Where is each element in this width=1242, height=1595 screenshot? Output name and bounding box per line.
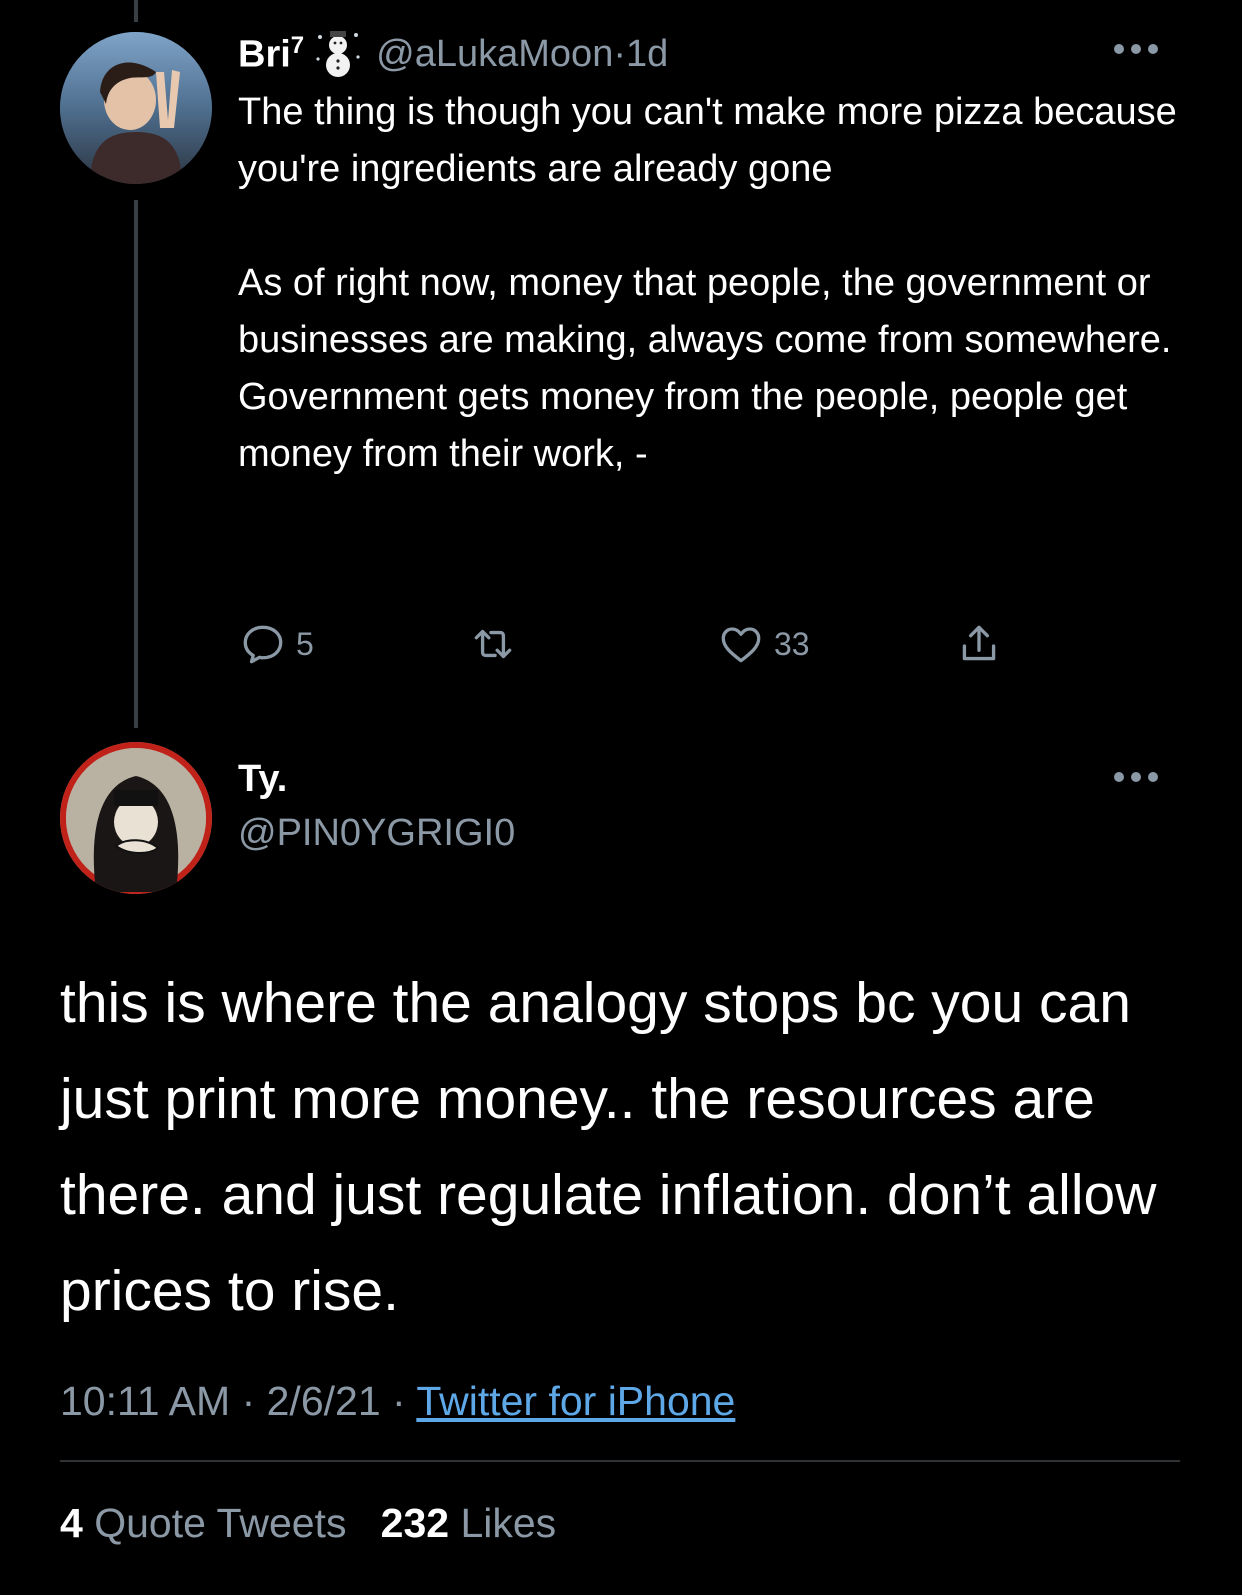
- thread-line: [134, 200, 138, 728]
- quote-label: Quote Tweets: [94, 1500, 347, 1546]
- likes-link[interactable]: 232 Likes: [381, 1500, 557, 1546]
- meta-separator: ·: [380, 1378, 417, 1424]
- likes-count: 232: [380, 1500, 450, 1546]
- reply-icon: [243, 625, 283, 664]
- avatar-ty[interactable]: [60, 742, 212, 894]
- snowman-icon: [314, 29, 362, 79]
- quote-tweets-link[interactable]: 4 Quote Tweets: [60, 1500, 346, 1546]
- retweet-icon: [474, 629, 512, 659]
- tweet1-handle[interactable]: @aLukaMoon: [376, 33, 613, 76]
- like-count: 33: [774, 625, 810, 662]
- share-button[interactable]: [954, 614, 1004, 674]
- avatar-bri[interactable]: [60, 32, 212, 184]
- avatar-bri-image: [60, 32, 212, 184]
- thread-line-top: [134, 0, 138, 22]
- divider: [60, 1460, 1180, 1462]
- reply-count: 5: [296, 625, 314, 662]
- avatar-ty-image: [66, 748, 206, 892]
- quote-count: 4: [60, 1500, 83, 1546]
- tweet2-stats: 4 Quote Tweets 232 Likes: [60, 1500, 556, 1547]
- tweet1-header: Bri7 @aLukaMoon · 1d: [238, 26, 668, 82]
- like-button[interactable]: 33: [716, 614, 810, 674]
- tweet1-actions: 5 33: [238, 614, 1038, 674]
- tweet1-age[interactable]: 1d: [626, 33, 668, 76]
- tweet2-date: 2/6/21: [266, 1378, 381, 1424]
- share-icon: [962, 625, 996, 661]
- tweet1-separator: ·: [613, 32, 626, 75]
- tweet2-handle[interactable]: @PIN0YGRIGI0: [238, 812, 515, 855]
- tweet2-time: 10:11 AM: [60, 1378, 231, 1424]
- more-icon[interactable]: [1114, 44, 1158, 56]
- tweet2-display-name[interactable]: Ty.: [238, 758, 287, 801]
- like-icon: [721, 627, 761, 663]
- reply-button[interactable]: 5: [238, 614, 314, 674]
- tweet1-body: The thing is though you can't make more …: [238, 84, 1198, 483]
- tweet1-paragraph: The thing is though you can't make more …: [238, 91, 1177, 190]
- tweet1-display-name[interactable]: Bri7: [238, 32, 304, 77]
- likes-label: Likes: [460, 1500, 557, 1546]
- more-icon[interactable]: [1114, 772, 1158, 784]
- tweet2-meta: 10:11 AM · 2/6/21 · Twitter for iPhone: [60, 1378, 735, 1425]
- tweet2-source-link[interactable]: Twitter for iPhone: [416, 1378, 735, 1424]
- tweet2-body: this is where the analogy stops bc you c…: [60, 971, 1157, 1323]
- tweet1-paragraph: As of right now, money that people, the …: [238, 262, 1172, 475]
- retweet-button[interactable]: [468, 614, 526, 674]
- meta-separator: ·: [230, 1378, 267, 1424]
